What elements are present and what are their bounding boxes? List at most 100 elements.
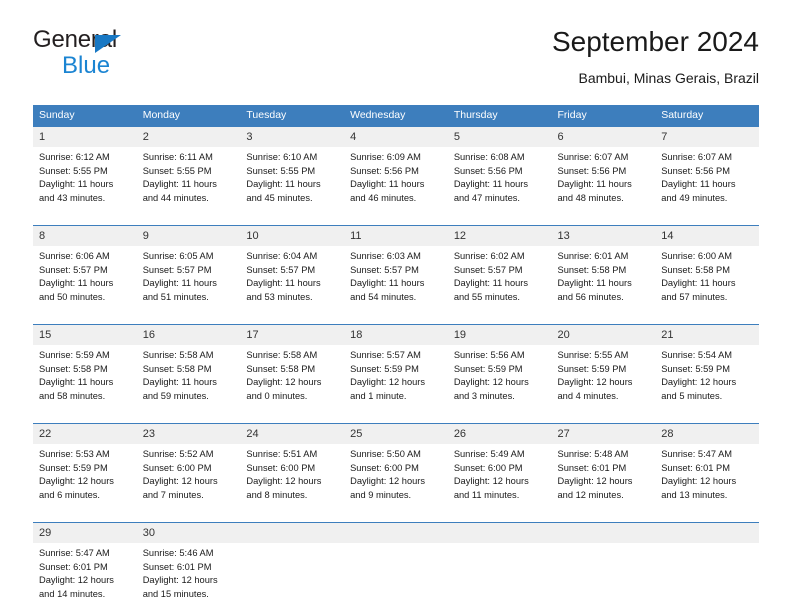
calendar-day-cell[interactable]: 29Sunrise: 5:47 AMSunset: 6:01 PMDayligh… (33, 523, 137, 613)
weekday-header-wednesday: Wednesday (344, 105, 448, 127)
day-details: Sunrise: 6:02 AMSunset: 5:57 PMDaylight:… (448, 246, 552, 304)
daylight-duration-line2: and 49 minutes. (661, 192, 753, 206)
day-number (655, 523, 759, 543)
day-number: 9 (137, 226, 241, 246)
spacer-cell (552, 217, 656, 226)
daylight-duration-line2: and 54 minutes. (350, 291, 442, 305)
calendar-day-cell[interactable]: 18Sunrise: 5:57 AMSunset: 5:59 PMDayligh… (344, 325, 448, 416)
daylight-duration-line1: Daylight: 11 hours (558, 277, 650, 291)
daylight-duration-line1: Daylight: 12 hours (143, 574, 235, 588)
week-row-spacer (33, 514, 759, 523)
daylight-duration-line1: Daylight: 12 hours (143, 475, 235, 489)
daylight-duration-line2: and 14 minutes. (39, 588, 131, 602)
daylight-duration-line2: and 1 minute. (350, 390, 442, 404)
daylight-duration-line1: Daylight: 11 hours (246, 277, 338, 291)
calendar-day-cell[interactable]: 7Sunrise: 6:07 AMSunset: 5:56 PMDaylight… (655, 127, 759, 218)
daylight-duration-line1: Daylight: 11 hours (350, 178, 442, 192)
calendar-day-cell[interactable]: 20Sunrise: 5:55 AMSunset: 5:59 PMDayligh… (552, 325, 656, 416)
sunset-time: Sunset: 5:58 PM (39, 363, 131, 377)
sunrise-time: Sunrise: 6:01 AM (558, 250, 650, 264)
calendar-day-cell[interactable]: 9Sunrise: 6:05 AMSunset: 5:57 PMDaylight… (137, 226, 241, 317)
calendar-day-cell[interactable]: 22Sunrise: 5:53 AMSunset: 5:59 PMDayligh… (33, 424, 137, 515)
calendar-body: 1Sunrise: 6:12 AMSunset: 5:55 PMDaylight… (33, 127, 759, 613)
day-details: Sunrise: 6:05 AMSunset: 5:57 PMDaylight:… (137, 246, 241, 304)
day-number: 14 (655, 226, 759, 246)
sunset-time: Sunset: 5:59 PM (558, 363, 650, 377)
calendar-day-cell[interactable]: 8Sunrise: 6:06 AMSunset: 5:57 PMDaylight… (33, 226, 137, 317)
day-number: 12 (448, 226, 552, 246)
spacer-cell (33, 217, 137, 226)
calendar-day-cell[interactable]: 26Sunrise: 5:49 AMSunset: 6:00 PMDayligh… (448, 424, 552, 515)
calendar-day-cell[interactable]: 21Sunrise: 5:54 AMSunset: 5:59 PMDayligh… (655, 325, 759, 416)
general-blue-logo[interactable]: General Blue (33, 26, 253, 86)
sunset-time: Sunset: 5:56 PM (350, 165, 442, 179)
calendar-day-cell[interactable]: 14Sunrise: 6:00 AMSunset: 5:58 PMDayligh… (655, 226, 759, 317)
calendar-day-cell[interactable]: 10Sunrise: 6:04 AMSunset: 5:57 PMDayligh… (240, 226, 344, 317)
spacer-cell (655, 316, 759, 325)
calendar-day-cell[interactable]: 11Sunrise: 6:03 AMSunset: 5:57 PMDayligh… (344, 226, 448, 317)
calendar-day-cell[interactable]: 25Sunrise: 5:50 AMSunset: 6:00 PMDayligh… (344, 424, 448, 515)
daylight-duration-line2: and 6 minutes. (39, 489, 131, 503)
daylight-duration-line2: and 55 minutes. (454, 291, 546, 305)
spacer-cell (448, 514, 552, 523)
spacer-cell (240, 514, 344, 523)
spacer-cell (344, 316, 448, 325)
logo-text-blue: Blue (62, 52, 110, 80)
calendar-day-cell[interactable]: 6Sunrise: 6:07 AMSunset: 5:56 PMDaylight… (552, 127, 656, 218)
calendar-day-cell[interactable]: 16Sunrise: 5:58 AMSunset: 5:58 PMDayligh… (137, 325, 241, 416)
daylight-duration-line2: and 46 minutes. (350, 192, 442, 206)
calendar-table: SundayMondayTuesdayWednesdayThursdayFrid… (33, 105, 759, 613)
sunset-time: Sunset: 5:57 PM (246, 264, 338, 278)
calendar-day-cell[interactable]: 27Sunrise: 5:48 AMSunset: 6:01 PMDayligh… (552, 424, 656, 515)
sunset-time: Sunset: 5:59 PM (454, 363, 546, 377)
day-number: 1 (33, 127, 137, 147)
calendar-day-cell[interactable]: 3Sunrise: 6:10 AMSunset: 5:55 PMDaylight… (240, 127, 344, 218)
daylight-duration-line1: Daylight: 11 hours (143, 376, 235, 390)
calendar-week-row: 1Sunrise: 6:12 AMSunset: 5:55 PMDaylight… (33, 127, 759, 218)
calendar-day-cell[interactable]: 17Sunrise: 5:58 AMSunset: 5:58 PMDayligh… (240, 325, 344, 416)
sunset-time: Sunset: 6:01 PM (661, 462, 753, 476)
day-number: 21 (655, 325, 759, 345)
calendar-header-row: SundayMondayTuesdayWednesdayThursdayFrid… (33, 105, 759, 127)
weekday-header-thursday: Thursday (448, 105, 552, 127)
daylight-duration-line2: and 8 minutes. (246, 489, 338, 503)
spacer-cell (552, 415, 656, 424)
day-number: 27 (552, 424, 656, 444)
daylight-duration-line2: and 59 minutes. (143, 390, 235, 404)
calendar-day-cell[interactable]: 15Sunrise: 5:59 AMSunset: 5:58 PMDayligh… (33, 325, 137, 416)
sunset-time: Sunset: 5:58 PM (661, 264, 753, 278)
spacer-cell (344, 514, 448, 523)
daylight-duration-line1: Daylight: 12 hours (661, 475, 753, 489)
sunset-time: Sunset: 5:57 PM (143, 264, 235, 278)
calendar-day-cell[interactable]: 5Sunrise: 6:08 AMSunset: 5:56 PMDaylight… (448, 127, 552, 218)
calendar-day-cell[interactable]: 13Sunrise: 6:01 AMSunset: 5:58 PMDayligh… (552, 226, 656, 317)
day-details: Sunrise: 5:56 AMSunset: 5:59 PMDaylight:… (448, 345, 552, 403)
sunset-time: Sunset: 5:55 PM (246, 165, 338, 179)
day-details: Sunrise: 5:51 AMSunset: 6:00 PMDaylight:… (240, 444, 344, 502)
day-details: Sunrise: 5:49 AMSunset: 6:00 PMDaylight:… (448, 444, 552, 502)
page-header: General Blue September 2024 Bambui, Mina… (33, 26, 759, 96)
daylight-duration-line1: Daylight: 11 hours (143, 277, 235, 291)
calendar-day-cell[interactable]: 23Sunrise: 5:52 AMSunset: 6:00 PMDayligh… (137, 424, 241, 515)
calendar-day-cell[interactable]: 30Sunrise: 5:46 AMSunset: 6:01 PMDayligh… (137, 523, 241, 613)
calendar-day-cell[interactable]: 28Sunrise: 5:47 AMSunset: 6:01 PMDayligh… (655, 424, 759, 515)
calendar-page: General Blue September 2024 Bambui, Mina… (0, 0, 792, 612)
day-details: Sunrise: 6:10 AMSunset: 5:55 PMDaylight:… (240, 147, 344, 205)
calendar-day-cell[interactable]: 1Sunrise: 6:12 AMSunset: 5:55 PMDaylight… (33, 127, 137, 218)
daylight-duration-line2: and 58 minutes. (39, 390, 131, 404)
calendar-day-cell[interactable]: 2Sunrise: 6:11 AMSunset: 5:55 PMDaylight… (137, 127, 241, 218)
sunrise-time: Sunrise: 6:07 AM (558, 151, 650, 165)
day-details: Sunrise: 6:06 AMSunset: 5:57 PMDaylight:… (33, 246, 137, 304)
calendar-day-cell[interactable]: 19Sunrise: 5:56 AMSunset: 5:59 PMDayligh… (448, 325, 552, 416)
sunrise-time: Sunrise: 5:55 AM (558, 349, 650, 363)
sunrise-time: Sunrise: 6:03 AM (350, 250, 442, 264)
daylight-duration-line2: and 56 minutes. (558, 291, 650, 305)
spacer-cell (552, 514, 656, 523)
calendar-week-row: 15Sunrise: 5:59 AMSunset: 5:58 PMDayligh… (33, 325, 759, 416)
calendar-day-cell[interactable]: 4Sunrise: 6:09 AMSunset: 5:56 PMDaylight… (344, 127, 448, 218)
calendar-day-cell[interactable]: 24Sunrise: 5:51 AMSunset: 6:00 PMDayligh… (240, 424, 344, 515)
calendar-day-cell[interactable]: 12Sunrise: 6:02 AMSunset: 5:57 PMDayligh… (448, 226, 552, 317)
sunrise-time: Sunrise: 6:05 AM (143, 250, 235, 264)
sunrise-time: Sunrise: 5:50 AM (350, 448, 442, 462)
day-details: Sunrise: 5:50 AMSunset: 6:00 PMDaylight:… (344, 444, 448, 502)
